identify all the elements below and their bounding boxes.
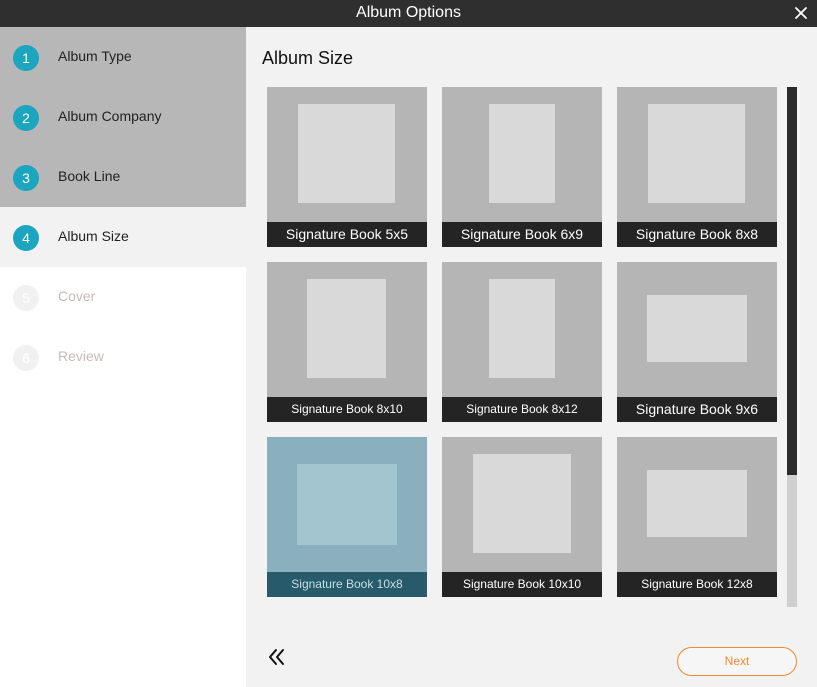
step-number-badge: 4 bbox=[13, 225, 39, 251]
step-label: Album Type bbox=[58, 48, 132, 64]
size-option-5x5[interactable]: Signature Book 5x5 bbox=[267, 87, 427, 247]
size-option-label: Signature Book 8x10 bbox=[267, 397, 427, 422]
size-preview bbox=[307, 279, 386, 378]
step-number-badge: 3 bbox=[13, 165, 39, 191]
size-preview bbox=[473, 454, 571, 553]
size-option-8x8[interactable]: Signature Book 8x8 bbox=[617, 87, 777, 247]
double-chevron-left-icon[interactable] bbox=[266, 646, 288, 668]
title-bar: Album Options bbox=[0, 0, 817, 27]
size-option-9x6[interactable]: Signature Book 9x6 bbox=[617, 262, 777, 422]
step-label: Album Size bbox=[58, 228, 129, 244]
scrollbar-track[interactable] bbox=[787, 87, 797, 607]
size-option-label: Signature Book 8x8 bbox=[617, 222, 777, 247]
size-preview bbox=[647, 470, 747, 537]
step-review: 6 Review bbox=[0, 327, 246, 387]
close-icon[interactable] bbox=[794, 6, 808, 20]
step-album-company[interactable]: 2 Album Company bbox=[0, 87, 246, 147]
main-panel: Album Size Signature Book 5x5 Signature … bbox=[246, 27, 817, 687]
step-label: Review bbox=[58, 348, 104, 364]
size-option-label: Signature Book 6x9 bbox=[442, 222, 602, 247]
next-button[interactable]: Next bbox=[677, 647, 797, 676]
step-label: Album Company bbox=[58, 108, 162, 124]
size-preview bbox=[298, 104, 395, 203]
size-option-label: Signature Book 10x10 bbox=[442, 572, 602, 597]
step-album-size[interactable]: 4 Album Size bbox=[0, 207, 246, 267]
size-option-6x9[interactable]: Signature Book 6x9 bbox=[442, 87, 602, 247]
step-number-badge: 1 bbox=[13, 45, 39, 71]
scrollbar-thumb[interactable] bbox=[787, 87, 797, 475]
step-number-badge: 5 bbox=[13, 285, 39, 311]
size-preview bbox=[297, 464, 397, 545]
window-title: Album Options bbox=[356, 4, 461, 21]
size-option-12x8[interactable]: Signature Book 12x8 bbox=[617, 437, 777, 597]
step-number-badge: 2 bbox=[13, 105, 39, 131]
size-preview bbox=[489, 104, 555, 203]
size-option-label: Signature Book 10x8 bbox=[267, 572, 427, 597]
step-label: Cover bbox=[58, 288, 96, 304]
size-option-label: Signature Book 12x8 bbox=[617, 572, 777, 597]
size-preview bbox=[648, 104, 745, 203]
page-title: Album Size bbox=[262, 48, 354, 68]
size-preview bbox=[489, 279, 555, 378]
size-option-label: Signature Book 9x6 bbox=[617, 397, 777, 422]
size-option-8x10[interactable]: Signature Book 8x10 bbox=[267, 262, 427, 422]
size-option-label: Signature Book 8x12 bbox=[442, 397, 602, 422]
steps-sidebar: 1 Album Type 2 Album Company 3 Book Line… bbox=[0, 27, 246, 687]
size-option-label: Signature Book 5x5 bbox=[267, 222, 427, 247]
step-number-badge: 6 bbox=[13, 345, 39, 371]
step-cover: 5 Cover bbox=[0, 267, 246, 327]
size-option-10x8[interactable]: Signature Book 10x8 bbox=[267, 437, 427, 597]
size-preview bbox=[647, 295, 747, 362]
step-book-line[interactable]: 3 Book Line bbox=[0, 147, 246, 207]
size-option-8x12[interactable]: Signature Book 8x12 bbox=[442, 262, 602, 422]
step-label: Book Line bbox=[58, 168, 121, 184]
step-album-type[interactable]: 1 Album Type bbox=[0, 27, 246, 87]
size-option-10x10[interactable]: Signature Book 10x10 bbox=[442, 437, 602, 597]
